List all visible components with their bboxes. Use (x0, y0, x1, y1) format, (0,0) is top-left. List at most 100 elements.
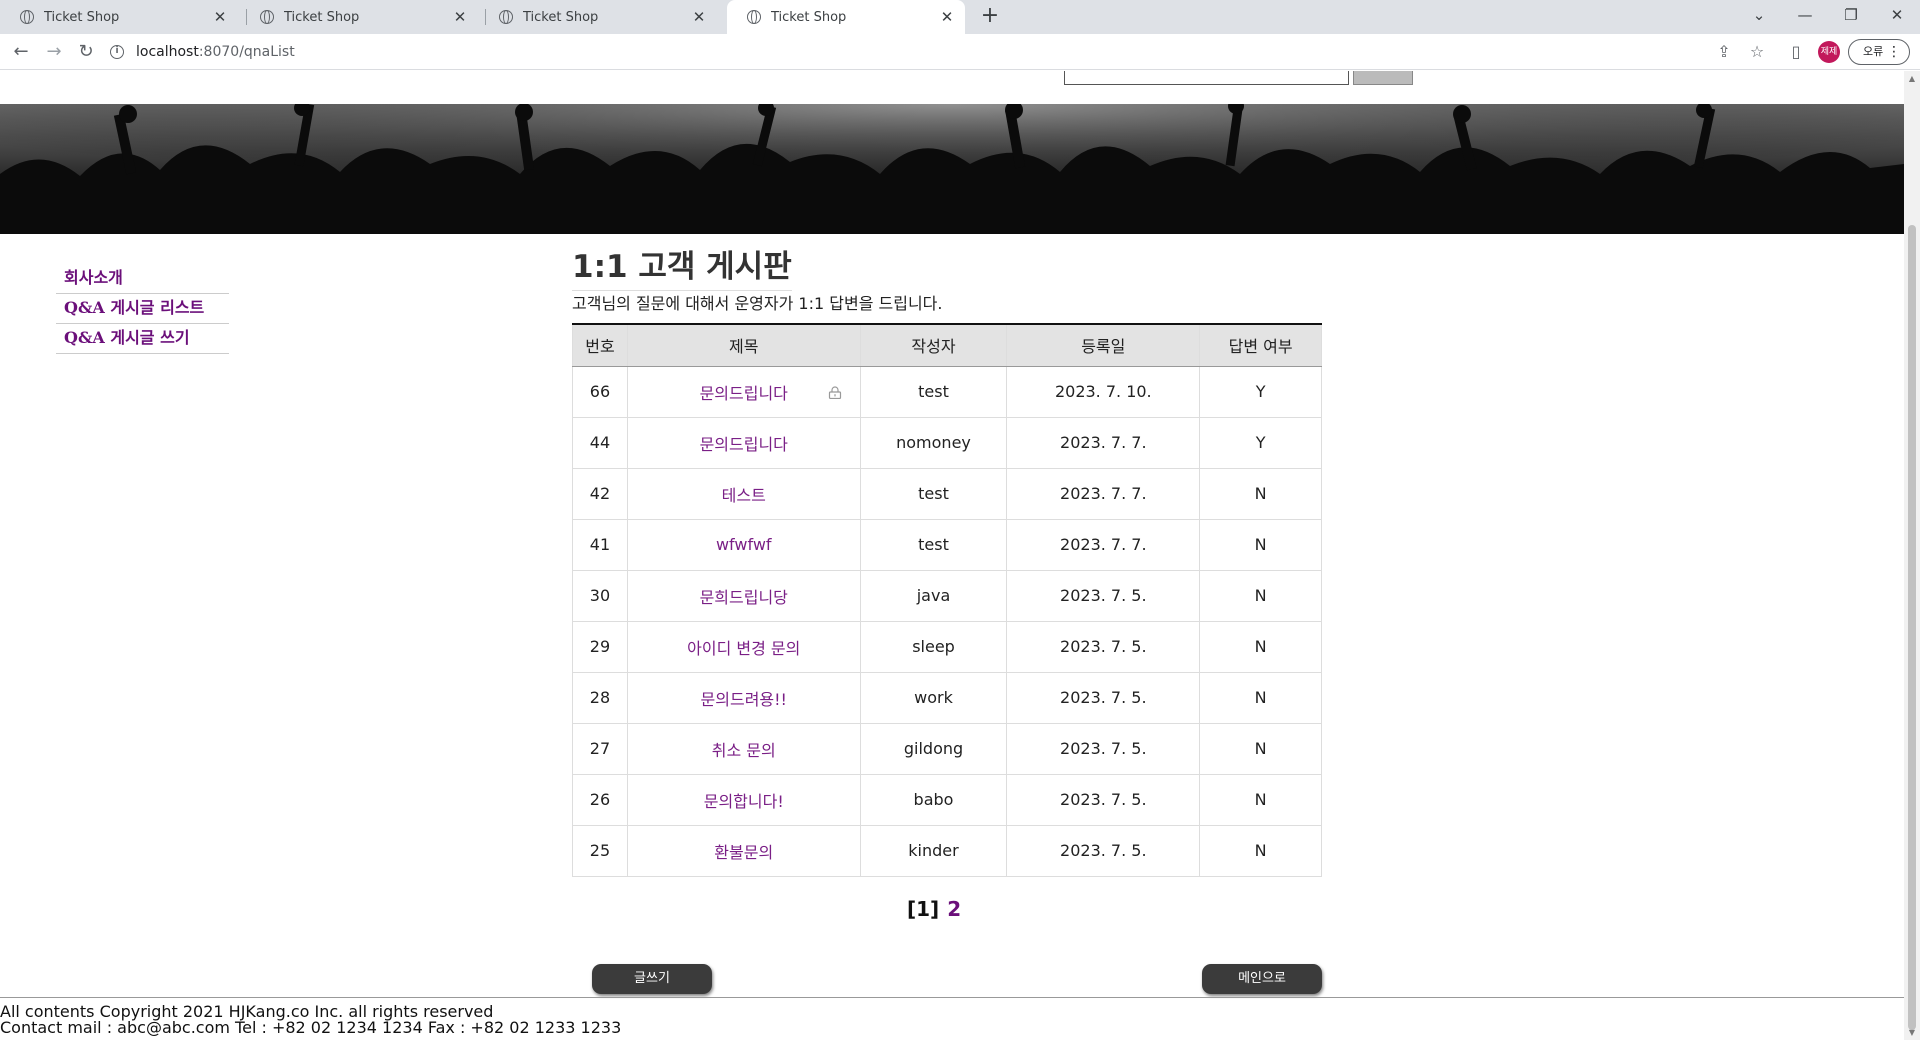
forward-arrow-icon[interactable]: → (40, 38, 68, 66)
close-tab-icon[interactable]: ✕ (939, 8, 955, 26)
column-header-subject: 제목 (626, 323, 861, 367)
profile-avatar[interactable]: 제제 (1818, 41, 1840, 63)
cell-subject-link-text[interactable]: 문의드려용!! (701, 690, 787, 709)
cell-number: 29 (572, 620, 628, 673)
cell-subject-link-text[interactable]: 환불문의 (714, 843, 773, 862)
cell-writer: java (859, 569, 1008, 622)
table-row: 27 취소 문의 gildong 2023. 7. 5. N (572, 722, 1322, 775)
scroll-up-arrow-icon[interactable]: ▲ (1904, 72, 1920, 86)
cell-date: 2023. 7. 5. (1006, 773, 1201, 826)
cell-date: 2023. 7. 10. (1006, 365, 1201, 418)
cell-writer: babo (859, 773, 1008, 826)
sidebar-item-qna-list[interactable]: Q&A 게시글 리스트 (56, 294, 229, 324)
cell-number-text: 30 (589, 586, 611, 605)
go-main-button[interactable]: 메인으로 (1202, 964, 1322, 994)
cell-answered: N (1199, 569, 1322, 622)
scrollbar-thumb[interactable] (1908, 225, 1916, 1030)
cell-writer-text: test (918, 382, 949, 401)
table-row: 29 아이디 변경 문의 sleep 2023. 7. 5. N (572, 620, 1322, 673)
scroll-down-arrow-icon[interactable]: ▼ (1904, 1026, 1920, 1040)
cell-subject-link[interactable]: 문의드립니다 (626, 365, 861, 418)
cell-subject-link[interactable]: 문의드려용!! (626, 671, 861, 724)
cell-subject-link-text[interactable]: 아이디 변경 문의 (687, 639, 800, 658)
back-arrow-icon[interactable]: ← (7, 38, 35, 66)
cell-writer: test (859, 467, 1008, 520)
cell-answered: N (1199, 773, 1322, 826)
info-icon[interactable]: i (110, 45, 124, 59)
cell-date: 2023. 7. 5. (1006, 620, 1201, 673)
cell-subject-link[interactable]: 아이디 변경 문의 (626, 620, 861, 673)
cell-date-text: 2023. 7. 10. (1054, 382, 1152, 401)
table-row: 41 wfwfwf test 2023. 7. 7. N (572, 518, 1322, 571)
globe-icon (747, 10, 761, 24)
minimize-icon[interactable]: — (1782, 0, 1828, 30)
cell-answered-text: N (1254, 637, 1267, 656)
cell-subject-link-text[interactable]: 문의드립니다 (700, 435, 788, 454)
cell-number: 66 (572, 365, 628, 418)
tab-title: Ticket Shop (44, 9, 120, 25)
cell-writer-text: work (914, 688, 953, 707)
close-tab-icon[interactable]: ✕ (452, 8, 468, 26)
browser-tab[interactable]: Ticket Shop ✕ (479, 0, 717, 34)
column-header-writer: 작성자 (859, 323, 1008, 367)
browser-tab[interactable]: Ticket Shop ✕ (0, 0, 238, 34)
page-description: 고객님의 질문에 대해서 운영자가 1:1 답변을 드립니다. (572, 294, 943, 313)
close-tab-icon[interactable]: ✕ (212, 8, 228, 26)
cell-number-text: 66 (589, 382, 611, 401)
lock-icon (828, 385, 841, 399)
cell-date-text: 2023. 7. 7. (1060, 433, 1147, 452)
address-bar[interactable]: i localhost:8070/qnaList (110, 38, 1710, 66)
cell-answered-text: Y (1255, 382, 1266, 401)
cell-date-text: 2023. 7. 5. (1060, 790, 1147, 809)
cell-subject-link-text[interactable]: 문희드립니당 (700, 588, 788, 607)
reload-icon[interactable]: ↻ (72, 38, 100, 66)
page-link-2[interactable]: 2 (947, 897, 961, 921)
tab-title: Ticket Shop (523, 9, 599, 25)
cell-date: 2023. 7. 5. (1006, 722, 1201, 775)
sidebar-item-qna-write[interactable]: Q&A 게시글 쓰기 (56, 324, 229, 354)
concert-banner-image (0, 104, 1904, 234)
browser-tab-active[interactable]: Ticket Shop ✕ (727, 0, 965, 34)
error-menu-button[interactable]: 오류 (1848, 39, 1910, 65)
sidebar-item-company-intro[interactable]: 회사소개 (56, 264, 229, 294)
cell-number-text: 25 (589, 841, 611, 860)
cell-answered: N (1199, 620, 1322, 673)
tab-title: Ticket Shop (771, 9, 847, 25)
browser-tab[interactable]: Ticket Shop ✕ (240, 0, 478, 34)
window-close-icon[interactable]: ✕ (1874, 0, 1920, 30)
cell-answered: Y (1199, 365, 1322, 418)
restore-icon[interactable]: ❐ (1828, 0, 1874, 30)
cell-subject-link-text[interactable]: 문의드립니다 (700, 384, 788, 403)
current-page: [1] (907, 897, 940, 921)
cell-subject-link[interactable]: 테스트 (626, 467, 861, 520)
cell-writer: test (859, 518, 1008, 571)
new-tab-icon[interactable]: + (976, 3, 1004, 31)
close-tab-icon[interactable]: ✕ (691, 8, 707, 26)
cell-subject-link-text[interactable]: 문의합니다! (704, 792, 784, 811)
column-header-no: 번호 (572, 323, 628, 367)
crowd-silhouette-image (0, 104, 1904, 234)
cell-subject-link[interactable]: 문의합니다! (626, 773, 861, 826)
search-button[interactable] (1353, 71, 1413, 85)
footer-divider (0, 997, 1904, 998)
cell-subject-link-text[interactable]: 취소 문의 (712, 741, 776, 760)
cell-writer: work (859, 671, 1008, 724)
cell-subject-link[interactable]: 환불문의 (626, 824, 861, 877)
table-row: 42 테스트 test 2023. 7. 7. N (572, 467, 1322, 520)
cell-answered-text: N (1254, 739, 1267, 758)
cell-subject-link-text[interactable]: wfwfwf (716, 535, 772, 554)
cell-subject-link[interactable]: 취소 문의 (626, 722, 861, 775)
share-icon[interactable]: ⇪ (1712, 40, 1736, 64)
cell-subject-link[interactable]: wfwfwf (626, 518, 861, 571)
bookmark-star-icon[interactable]: ☆ (1745, 40, 1769, 64)
cell-subject-link[interactable]: 문의드립니다 (626, 416, 861, 469)
search-input[interactable] (1064, 71, 1349, 85)
side-panel-icon[interactable]: ▯ (1784, 40, 1808, 64)
cell-subject-link[interactable]: 문희드립니당 (626, 569, 861, 622)
sidebar-menu: 회사소개 Q&A 게시글 리스트 Q&A 게시글 쓰기 (56, 264, 229, 354)
cell-date-text: 2023. 7. 5. (1060, 637, 1147, 656)
write-post-button[interactable]: 글쓰기 (592, 964, 712, 994)
cell-subject-link-text[interactable]: 테스트 (722, 486, 766, 505)
tab-search-icon[interactable]: ⌄ (1736, 0, 1782, 30)
cell-number: 42 (572, 467, 628, 520)
